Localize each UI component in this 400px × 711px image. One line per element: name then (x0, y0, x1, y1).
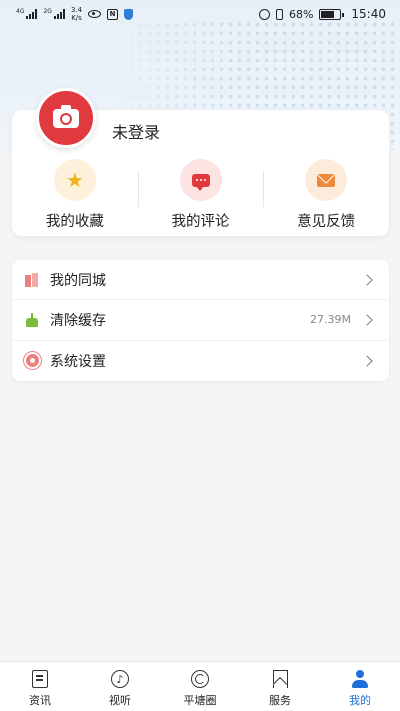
signal-icon: 4G (16, 8, 38, 19)
menu-item-label: 我的同城 (50, 272, 106, 289)
menu-item-settings[interactable]: 系统设置 (12, 341, 389, 381)
avatar[interactable] (36, 88, 96, 148)
login-status[interactable]: 未登录 (112, 119, 160, 143)
favorites-button[interactable]: ★ 我的收藏 (12, 155, 138, 233)
menu-item-local-city[interactable]: 我的同城 (12, 260, 389, 301)
battery-fill (321, 10, 334, 18)
star-icon: ★ (65, 168, 84, 192)
tab-news[interactable]: 资讯 (0, 662, 80, 711)
envelope-icon (317, 173, 336, 187)
battery-percent: 68% (288, 7, 314, 21)
cache-size: 27.39M (310, 313, 351, 327)
network-speed: 3.4 K/s (71, 6, 82, 22)
alarm-icon (258, 8, 270, 20)
chevron-right-icon (361, 273, 373, 286)
status-left: 4G 2G 3.4 K/s N (16, 6, 134, 22)
sim1-tag: 4G (16, 8, 25, 15)
favorites-icon-bg: ★ (53, 159, 96, 201)
speed-value: 3.4 (70, 6, 83, 14)
signal-icon: 2G (43, 8, 65, 19)
clock: 15:40 (351, 7, 386, 21)
favorites-label: 我的收藏 (45, 214, 104, 230)
tab-label: 视听 (109, 694, 131, 707)
status-bar: 4G 2G 3.4 K/s N 68% 15:40 (0, 0, 400, 28)
feedback-button[interactable]: 意见反馈 (263, 155, 389, 233)
vibrate-icon (275, 8, 283, 20)
camera-icon (53, 104, 79, 128)
tab-label: 我的 (349, 694, 371, 707)
broom-icon (24, 312, 40, 328)
comments-label: 我的评论 (171, 214, 230, 230)
tab-mine[interactable]: 我的 (320, 662, 400, 711)
tab-label: 平塘圈 (183, 694, 217, 707)
music-icon: ♪ (110, 669, 130, 689)
chevron-right-icon (361, 314, 373, 326)
menu-item-clear-cache[interactable]: 清除缓存 27.39M (12, 300, 389, 341)
chevron-right-icon (361, 355, 373, 367)
status-right: 68% 15:40 (258, 7, 386, 21)
bottom-nav: 资讯 ♪ 视听 平塘圈 服务 我的 (0, 661, 400, 711)
speed-unit: K/s (71, 14, 82, 22)
tab-label: 服务 (269, 694, 291, 707)
circle-icon (190, 669, 210, 689)
tab-community[interactable]: 平塘圈 (160, 662, 240, 711)
comment-icon (191, 173, 210, 191)
comments-button[interactable]: 我的评论 (137, 155, 264, 233)
menu-list: 我的同城 清除缓存 27.39M 系统设置 (12, 260, 389, 381)
shield-icon (124, 8, 134, 20)
comments-icon-bg (179, 159, 222, 201)
quick-actions: ★ 我的收藏 我的评论 意见反馈 (12, 155, 389, 233)
tab-media[interactable]: ♪ 视听 (80, 662, 160, 711)
tab-label: 资讯 (29, 694, 51, 707)
tab-services[interactable]: 服务 (240, 662, 320, 711)
sim2-tag: 2G (43, 8, 52, 15)
feedback-label: 意见反馈 (297, 214, 356, 230)
building-icon (24, 272, 40, 288)
bookmark-icon (270, 669, 290, 689)
nfc-icon: N (107, 8, 119, 20)
menu-item-label: 系统设置 (50, 353, 106, 370)
gear-icon (24, 353, 40, 369)
eye-icon (88, 10, 102, 18)
news-icon (30, 669, 50, 689)
feedback-icon-bg (305, 159, 348, 201)
battery-icon (319, 8, 345, 20)
menu-item-label: 清除缓存 (50, 312, 106, 329)
person-icon (350, 669, 370, 689)
